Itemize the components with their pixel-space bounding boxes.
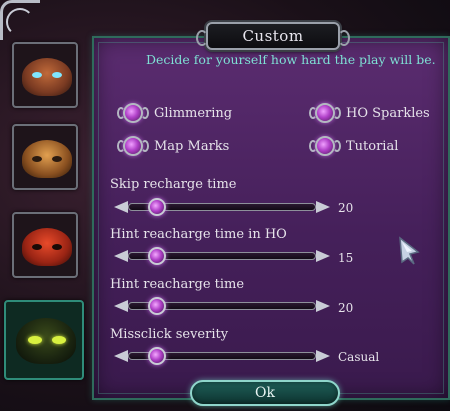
option-label: Glimmering xyxy=(154,105,233,121)
crystal-cursor-icon xyxy=(399,236,420,265)
slider-decrease-arrow-icon[interactable] xyxy=(114,201,128,213)
title-plate: Custom xyxy=(196,22,350,50)
gem-toggle-icon[interactable] xyxy=(117,101,149,125)
slider-knob[interactable] xyxy=(148,297,167,315)
mask-eye-icon xyxy=(52,156,62,162)
slider-value-hint-ho: 15 xyxy=(338,251,354,265)
slider-skip-recharge[interactable] xyxy=(114,198,330,216)
slider-label-missclick: Missclick severity xyxy=(110,327,229,342)
slider-hint-recharge-ho[interactable] xyxy=(114,247,330,265)
thumb-casual[interactable] xyxy=(12,42,78,108)
gem-toggle-icon[interactable] xyxy=(309,134,341,158)
slider-increase-arrow-icon[interactable] xyxy=(316,201,330,213)
option-label: Map Marks xyxy=(154,138,230,154)
option-map-marks[interactable]: Map Marks xyxy=(117,133,230,159)
dialog-subtitle: Decide for yourself how hard the play wi… xyxy=(146,52,436,67)
mask-eye-icon xyxy=(28,336,42,344)
slider-decrease-arrow-icon[interactable] xyxy=(114,300,128,312)
mask-eye-icon xyxy=(52,244,62,250)
slider-increase-arrow-icon[interactable] xyxy=(316,300,330,312)
slider-increase-arrow-icon[interactable] xyxy=(316,250,330,262)
ok-button[interactable]: Ok xyxy=(190,380,340,406)
thumb-advanced[interactable] xyxy=(12,124,78,190)
slider-label-hint-ho: Hint reacharge time in HO xyxy=(110,227,287,242)
option-label: HO Sparkles xyxy=(346,105,430,121)
option-ho-sparkles[interactable]: HO Sparkles xyxy=(309,100,430,126)
option-label: Tutorial xyxy=(346,138,399,154)
slider-decrease-arrow-icon[interactable] xyxy=(114,350,128,362)
frame-swirl-ornament xyxy=(6,8,34,36)
dialog-title: Custom xyxy=(242,27,304,45)
advanced-mask-icon xyxy=(22,140,72,178)
slider-knob[interactable] xyxy=(148,347,167,365)
mask-eye-icon xyxy=(32,244,42,250)
thumb-custom[interactable] xyxy=(4,300,84,380)
casual-mask-icon xyxy=(22,58,72,96)
mask-eye-icon xyxy=(32,156,42,162)
slider-label-hint: Hint reacharge time xyxy=(110,277,245,292)
slider-hint-recharge[interactable] xyxy=(114,297,330,315)
custom-mask-icon xyxy=(16,318,76,364)
expert-mask-icon xyxy=(22,228,72,266)
slider-label-skip: Skip recharge time xyxy=(110,177,237,192)
mask-eye-icon xyxy=(32,72,42,78)
slider-value-skip: 20 xyxy=(338,201,354,215)
gem-toggle-icon[interactable] xyxy=(309,101,341,125)
slider-knob[interactable] xyxy=(148,247,167,265)
slider-missclick-severity[interactable] xyxy=(114,347,330,365)
mask-eye-icon xyxy=(52,72,62,78)
gem-toggle-icon[interactable] xyxy=(117,134,149,158)
ok-button-label: Ok xyxy=(255,385,275,401)
slider-value-missclick: Casual xyxy=(338,350,380,364)
option-glimmering[interactable]: Glimmering xyxy=(117,100,233,126)
custom-settings-panel xyxy=(92,36,450,400)
difficulty-screen: Custom Decide for yourself how hard the … xyxy=(0,0,450,411)
slider-knob[interactable] xyxy=(148,198,167,216)
option-tutorial[interactable]: Tutorial xyxy=(309,133,399,159)
slider-increase-arrow-icon[interactable] xyxy=(316,350,330,362)
thumb-expert[interactable] xyxy=(12,212,78,278)
slider-decrease-arrow-icon[interactable] xyxy=(114,250,128,262)
slider-value-hint: 20 xyxy=(338,301,354,315)
mask-eye-icon xyxy=(52,336,66,344)
